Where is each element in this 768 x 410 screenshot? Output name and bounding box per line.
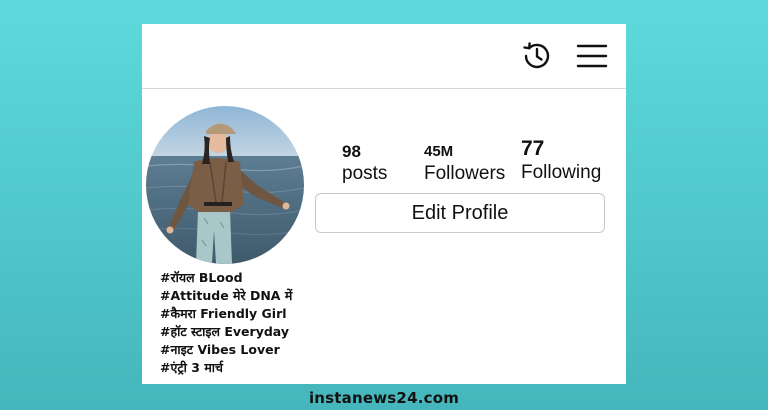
following-stat[interactable]: 77 Following: [521, 137, 601, 184]
posts-label: posts: [342, 163, 388, 184]
following-label: Following: [521, 162, 602, 183]
site-watermark: instanews24.com: [308, 389, 460, 407]
history-icon[interactable]: [518, 38, 554, 74]
bio-line: #Attitude मेरे DNA में: [160, 288, 293, 303]
bio-line: #एंट्री 3 मार्च: [160, 360, 223, 375]
bio-line: #नाइट Vibes Lover: [160, 342, 280, 357]
followers-count: 45M: [424, 143, 454, 160]
bio-line: #रॉयल BLood: [160, 270, 243, 285]
followers-label: Followers: [424, 163, 506, 184]
profile-card: 98 posts 45M Followers 77 Following Edit…: [142, 24, 626, 384]
posts-count: 98: [342, 142, 361, 161]
following-count: 77: [521, 137, 545, 160]
profile-header: [142, 24, 626, 89]
menu-icon[interactable]: [574, 38, 610, 74]
posts-stat[interactable]: 98 posts: [342, 142, 387, 185]
profile-photo: [146, 106, 304, 264]
bio-line: #कैमरा Friendly Girl: [160, 306, 287, 321]
edit-profile-button[interactable]: Edit Profile: [315, 193, 605, 233]
followers-stat[interactable]: 45M Followers: [424, 142, 505, 185]
bio-list: #रॉयल BLood #Attitude मेरे DNA में #कैमर…: [160, 269, 292, 377]
profile-avatar[interactable]: [146, 106, 304, 264]
bio-line: #हॉट स्टाइल Everyday: [160, 324, 289, 339]
